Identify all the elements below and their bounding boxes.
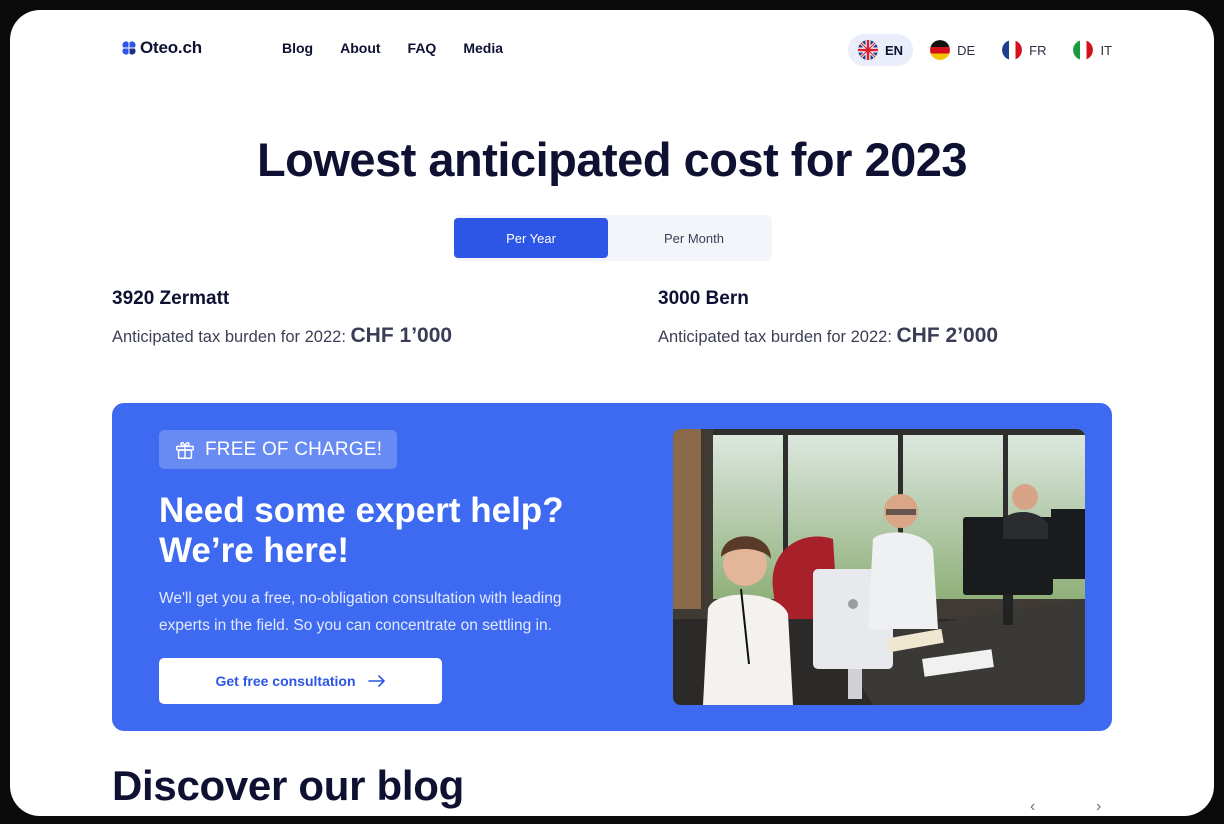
nav-faq[interactable]: FAQ bbox=[408, 40, 437, 56]
get-free-consultation-button[interactable]: Get free consultation bbox=[159, 658, 442, 704]
period-toggle: Per Year Per Month bbox=[454, 215, 772, 261]
chevron-right-icon[interactable]: › bbox=[1096, 799, 1110, 815]
arrow-right-icon bbox=[367, 675, 385, 687]
uk-flag-icon bbox=[858, 40, 878, 60]
logo-icon bbox=[122, 41, 136, 55]
language-de[interactable]: DE bbox=[920, 34, 985, 66]
chevron-left-icon[interactable]: ‹ bbox=[1030, 799, 1044, 815]
location-card-zermatt: 3920 Zermatt Anticipated tax burden for … bbox=[112, 288, 452, 348]
nav-media[interactable]: Media bbox=[463, 40, 503, 56]
blog-carousel-arrows: ‹ › bbox=[1030, 799, 1110, 815]
language-fr-label: FR bbox=[1029, 42, 1047, 58]
language-it[interactable]: IT bbox=[1063, 34, 1122, 66]
banner-title-line1: Need some expert help? bbox=[159, 491, 564, 530]
main-nav: Blog About FAQ Media bbox=[282, 40, 503, 56]
language-de-label: DE bbox=[957, 42, 976, 58]
per-month-button[interactable]: Per Month bbox=[617, 218, 771, 258]
language-en[interactable]: EN bbox=[848, 34, 914, 66]
language-switcher: EN DE FR IT bbox=[848, 34, 1129, 66]
logo[interactable]: Oteo.ch bbox=[122, 38, 202, 58]
nav-about[interactable]: About bbox=[340, 40, 380, 56]
location-card-bern: 3000 Bern Anticipated tax burden for 202… bbox=[658, 288, 998, 348]
cta-label: Get free consultation bbox=[215, 673, 356, 689]
blog-section-title: Discover our blog bbox=[112, 762, 464, 809]
banner-title-line2: We’re here! bbox=[159, 531, 349, 570]
italy-flag-icon bbox=[1073, 40, 1094, 60]
location-name: 3000 Bern bbox=[658, 288, 749, 309]
location-name: 3920 Zermatt bbox=[112, 288, 230, 309]
office-photo bbox=[673, 429, 1085, 705]
tax-burden-amount: CHF 1’000 bbox=[350, 324, 453, 347]
banner-description-line1: We'll get you a free, no-obligation cons… bbox=[159, 590, 562, 607]
banner-description-line2: experts in the field. So you can concent… bbox=[159, 617, 552, 634]
logo-text: Oteo.ch bbox=[140, 38, 202, 57]
gift-icon bbox=[176, 441, 194, 459]
banner-description: We'll get you a free, no-obligation cons… bbox=[159, 585, 629, 639]
page-title: Lowest anticipated cost for 2023 bbox=[256, 133, 968, 186]
germany-flag-icon bbox=[930, 40, 951, 60]
tax-burden-line: Anticipated tax burden for 2022: CHF 1’0… bbox=[112, 324, 452, 348]
nav-blog[interactable]: Blog bbox=[282, 40, 313, 56]
office-photo-illustration bbox=[673, 429, 1085, 705]
france-flag-icon bbox=[1002, 40, 1023, 60]
tax-burden-label: Anticipated tax burden for 2022: bbox=[112, 328, 346, 346]
banner-title: Need some expert help? We’re here! bbox=[159, 491, 619, 571]
tax-burden-label: Anticipated tax burden for 2022: bbox=[658, 328, 892, 346]
expert-help-banner: FREE OF CHARGE! Need some expert help? W… bbox=[112, 403, 1112, 731]
per-year-button[interactable]: Per Year bbox=[454, 218, 608, 258]
page-frame: Oteo.ch Blog About FAQ Media EN DE FR IT… bbox=[10, 10, 1214, 816]
free-badge: FREE OF CHARGE! bbox=[159, 430, 398, 469]
language-it-label: IT bbox=[1100, 42, 1113, 58]
tax-burden-amount: CHF 2’000 bbox=[896, 324, 999, 347]
language-en-label: EN bbox=[885, 42, 904, 58]
free-badge-label: FREE OF CHARGE! bbox=[205, 438, 383, 460]
language-fr[interactable]: FR bbox=[992, 34, 1056, 66]
tax-burden-line: Anticipated tax burden for 2022: CHF 2’0… bbox=[658, 324, 998, 348]
